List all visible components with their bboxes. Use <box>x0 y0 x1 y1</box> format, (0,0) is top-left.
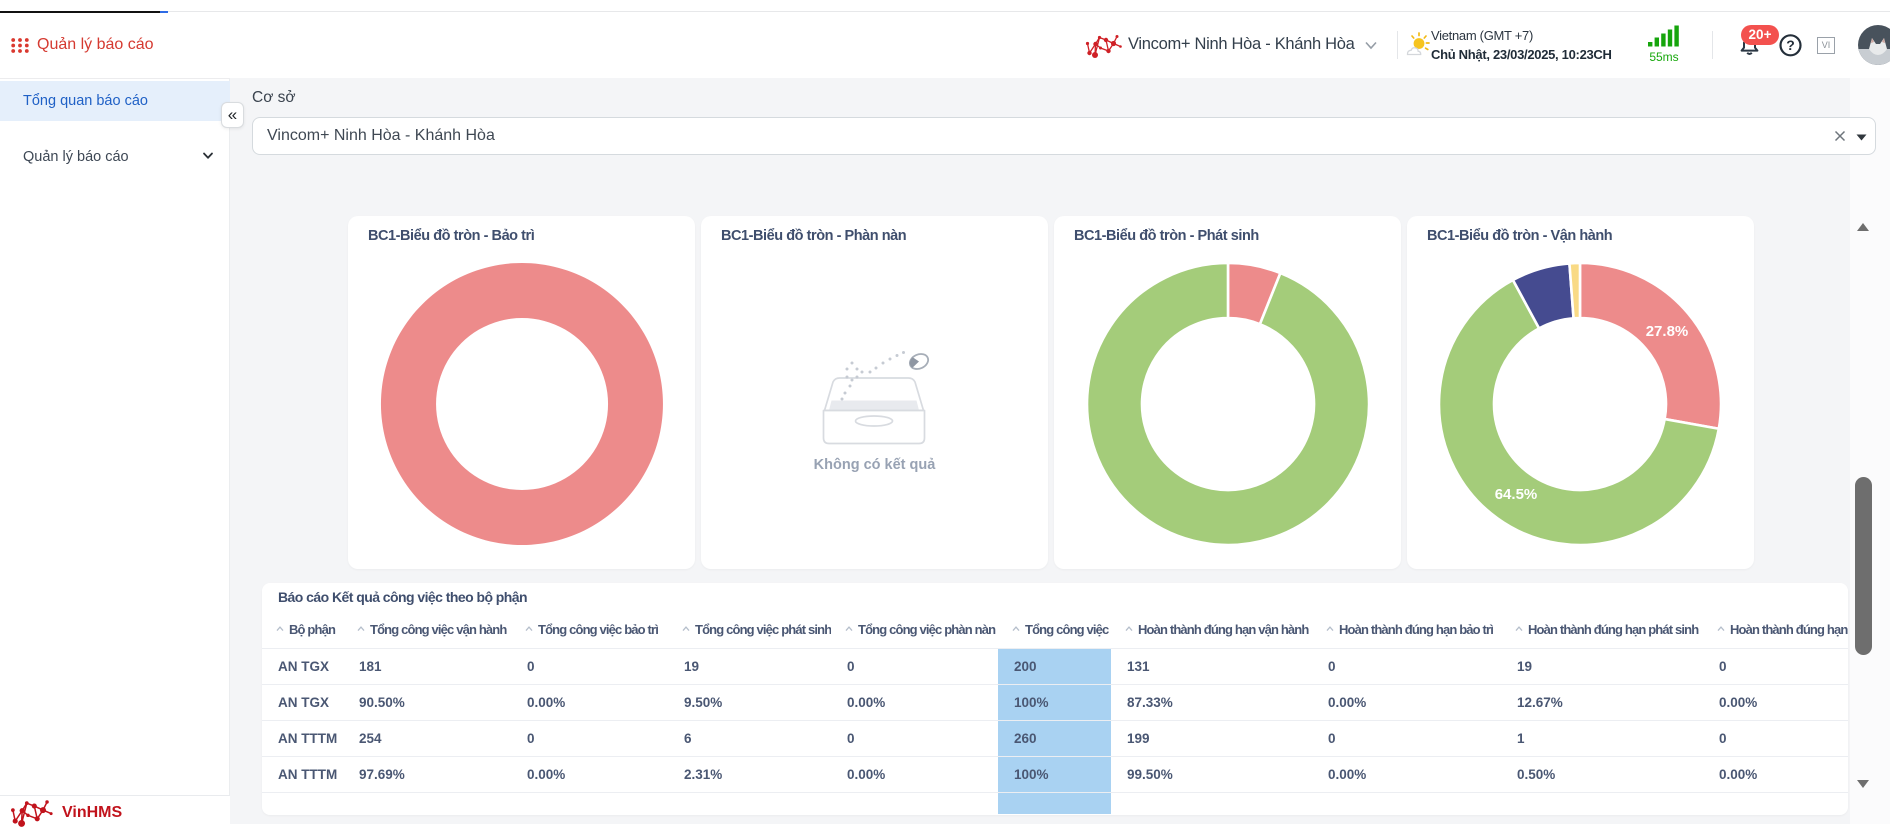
svg-text:?: ? <box>1786 37 1795 53</box>
